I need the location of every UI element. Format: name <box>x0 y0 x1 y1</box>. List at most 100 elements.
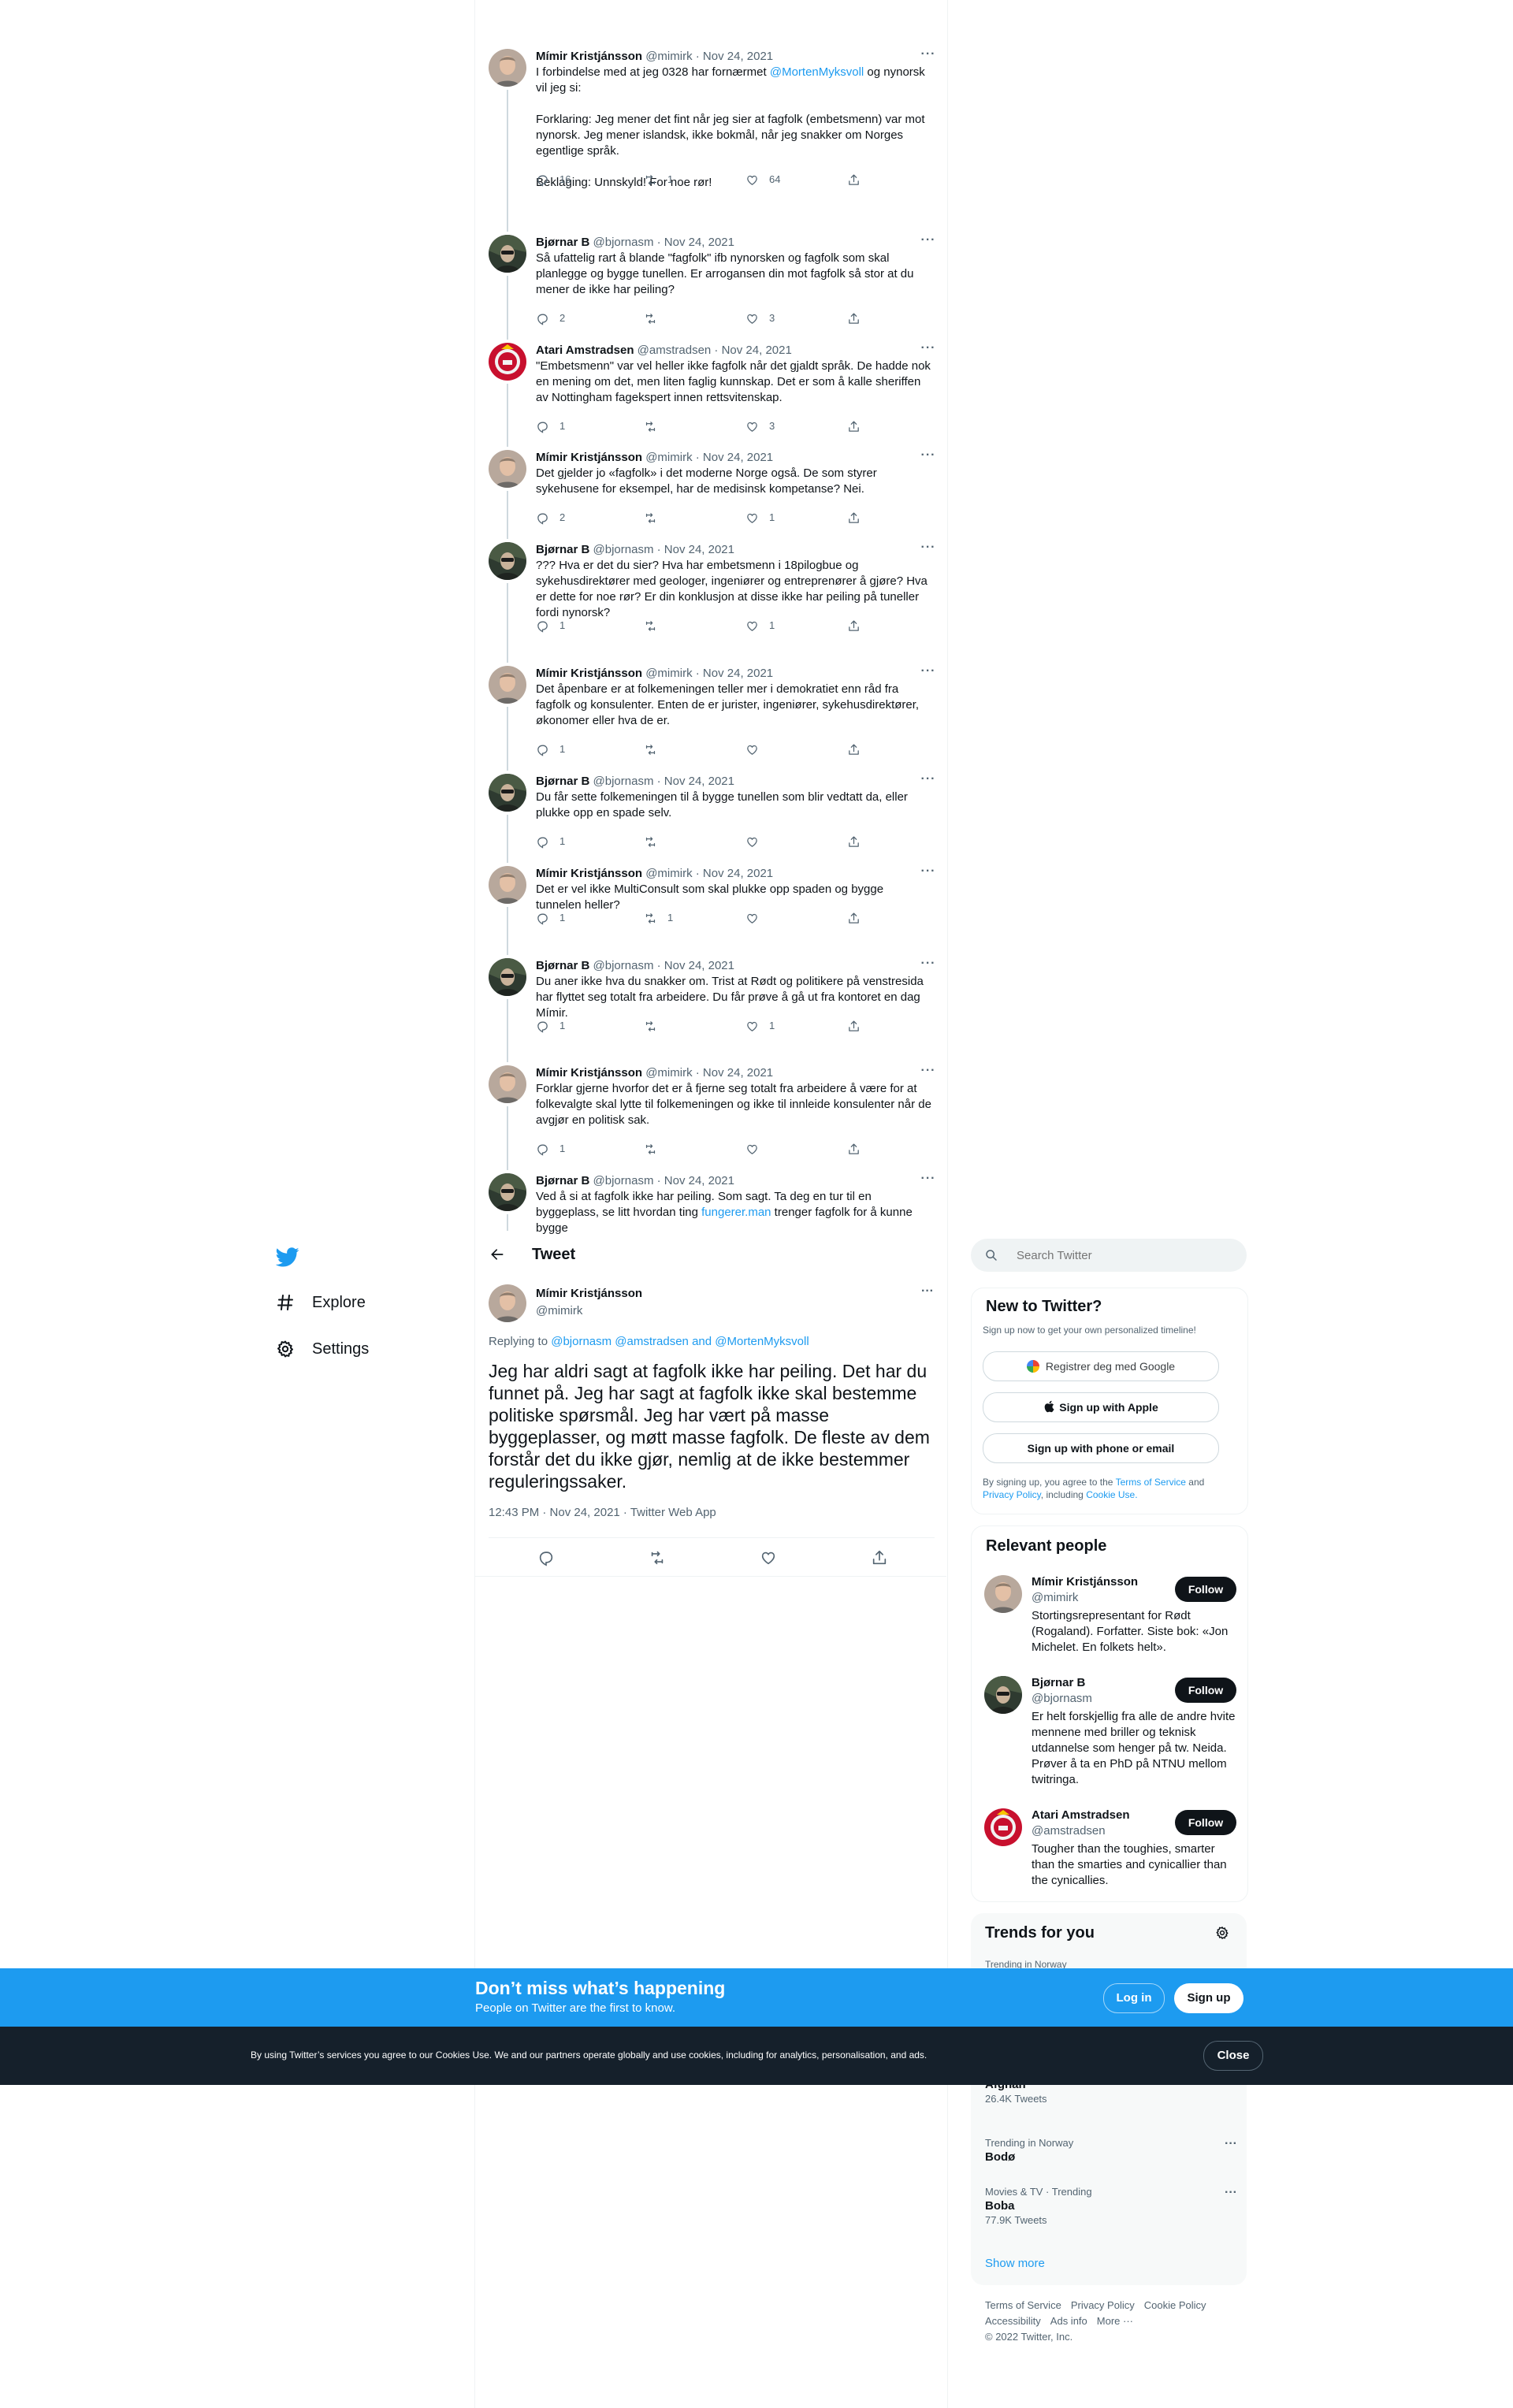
thread-tweet[interactable]: Mímir Kristjánsson @mimirk · Nov 24, 202… <box>489 47 938 235</box>
avatar[interactable] <box>984 1575 1022 1613</box>
avatar[interactable] <box>984 1676 1022 1714</box>
follow-button[interactable]: Follow <box>1175 1810 1236 1835</box>
author-name[interactable]: Mímir Kristjánsson <box>536 451 642 464</box>
more-options-icon[interactable]: ··· <box>919 664 938 680</box>
footer-link[interactable]: More ··· <box>1097 2315 1133 2327</box>
author-name[interactable]: Bjørnar B <box>536 236 589 249</box>
footer-link[interactable]: Terms of Service <box>985 2299 1061 2311</box>
search-input[interactable] <box>1015 1245 1231 1265</box>
more-options-icon[interactable]: ··· <box>919 341 938 357</box>
privacy-link[interactable]: Privacy Policy <box>983 1489 1041 1500</box>
avatar[interactable] <box>489 343 526 381</box>
trend-item[interactable]: Movies & TV · Trending Boba 77.9K Tweets ··… <box>985 2186 1237 2227</box>
login-button[interactable]: Log in <box>1103 1983 1165 2013</box>
avatar[interactable] <box>489 666 526 704</box>
more-options-icon[interactable]: ··· <box>919 47 938 63</box>
more-options-icon[interactable]: ··· <box>919 772 938 788</box>
google-signup-button[interactable]: Registrer deg med Google <box>983 1351 1219 1381</box>
retweet-count: 1 <box>667 173 674 185</box>
author-name[interactable]: Bjørnar B <box>536 543 589 556</box>
relevant-person[interactable]: Mímir Kristjánsson @mimirk Stortingsrepres… <box>984 1575 1236 1670</box>
avatar[interactable] <box>489 450 526 488</box>
avatar[interactable] <box>489 1065 526 1103</box>
thread-tweet[interactable]: Mímir Kristjánsson @mimirk · Nov 24, 202… <box>489 448 938 542</box>
reply-icon[interactable] <box>537 1549 555 1566</box>
footer-link[interactable]: Ads info <box>1050 2315 1087 2327</box>
person-name[interactable]: Bjørnar B <box>1032 1676 1085 1689</box>
author-name[interactable]: Mímir Kristjánsson <box>536 1066 642 1080</box>
more-options-icon[interactable]: ··· <box>1225 2137 1237 2151</box>
footer-link[interactable]: Privacy Policy <box>1071 2299 1135 2311</box>
trends-settings[interactable] <box>1215 1926 1229 1944</box>
author-name[interactable]: Atari Amstradsen <box>536 344 634 357</box>
avatar[interactable] <box>489 774 526 812</box>
more-options-icon[interactable]: ··· <box>919 1173 938 1187</box>
signup-button[interactable]: Sign up <box>1174 1983 1243 2013</box>
tweet-text: Forklar gjerne hvorfor det er å fjerne s… <box>536 1082 935 1127</box>
avatar[interactable] <box>489 958 526 996</box>
thread-tweet[interactable]: Bjørnar B @bjornasm · Nov 24, 2021 ··· Ved… <box>489 1173 938 1234</box>
back-arrow-icon[interactable] <box>489 1247 508 1265</box>
footer-link[interactable]: Cookie Policy <box>1144 2299 1206 2311</box>
cookie-link[interactable]: Cookie Use. <box>1086 1489 1137 1500</box>
trends-show-more[interactable]: Show more <box>985 2257 1045 2270</box>
follow-button[interactable]: Follow <box>1175 1577 1236 1602</box>
share-icon[interactable] <box>871 1549 888 1566</box>
avatar[interactable] <box>489 542 526 580</box>
like-icon[interactable] <box>760 1549 777 1566</box>
more-options-icon[interactable]: ··· <box>919 233 938 249</box>
avatar[interactable] <box>984 1808 1022 1846</box>
author-handle[interactable]: @mimirk <box>536 1304 582 1317</box>
more-options-icon[interactable]: ··· <box>919 1064 938 1080</box>
more-options-icon[interactable]: ··· <box>919 448 938 464</box>
footer-link[interactable]: Accessibility <box>985 2315 1041 2327</box>
thread-line <box>507 583 508 663</box>
mention-link[interactable]: @MortenMyksvoll <box>770 65 864 79</box>
apple-signup-button[interactable]: Sign up with Apple <box>983 1392 1219 1422</box>
thread-tweet[interactable]: Bjørnar B @bjornasm · Nov 24, 2021 ··· Du … <box>489 772 938 866</box>
avatar[interactable] <box>489 1173 526 1211</box>
retweet-icon[interactable] <box>649 1549 666 1566</box>
thread-tweet[interactable]: Mímir Kristjánsson @mimirk · Nov 24, 202… <box>489 864 938 958</box>
more-options-icon[interactable]: ··· <box>919 541 938 556</box>
more-options-icon[interactable]: ··· <box>919 957 938 972</box>
more-options-icon[interactable]: ··· <box>921 1284 934 1299</box>
inline-link[interactable]: fungerer.man <box>701 1206 771 1219</box>
relevant-person[interactable]: Bjørnar B @bjornasm Er helt forskjellig fr… <box>984 1676 1236 1786</box>
author-name[interactable]: Mímir Kristjánsson <box>536 667 642 680</box>
more-options-icon[interactable]: ··· <box>919 864 938 880</box>
search-box[interactable] <box>971 1239 1247 1272</box>
avatar[interactable] <box>489 49 526 87</box>
thread-tweet[interactable]: Bjørnar B @bjornasm · Nov 24, 2021 ··· Så … <box>489 233 938 343</box>
replying-to-users[interactable]: @bjornasm @amstradsen and @MortenMyksvol… <box>551 1335 809 1348</box>
author-name[interactable]: Bjørnar B <box>536 959 589 972</box>
terms-link[interactable]: Terms of Service <box>1116 1477 1186 1488</box>
avatar[interactable] <box>489 866 526 904</box>
cookie-close-button[interactable]: Close <box>1203 2041 1263 2071</box>
author-name[interactable]: Mímir Kristjánsson <box>536 1287 642 1300</box>
signup-card: New to Twitter? Sign up now to get your … <box>971 1288 1248 1514</box>
twitter-logo-icon[interactable] <box>275 1245 299 1269</box>
person-name[interactable]: Atari Amstradsen <box>1032 1808 1129 1822</box>
person-name[interactable]: Mímir Kristjánsson <box>1032 1575 1138 1589</box>
avatar[interactable] <box>489 235 526 273</box>
trend-item[interactable]: Trending in Norway Bodø ··· <box>985 2137 1237 2165</box>
more-options-icon[interactable]: ··· <box>1225 2186 1237 2200</box>
thread-tweet[interactable]: Bjørnar B @bjornasm · Nov 24, 2021 ···???… <box>489 541 938 666</box>
signup-banner: Don’t miss what’s happening People on Tw… <box>0 1968 1513 2027</box>
retweet-icon <box>645 745 656 755</box>
phone-signup-button[interactable]: Sign up with phone or email <box>983 1433 1219 1463</box>
avatar[interactable] <box>489 1284 526 1322</box>
author-name[interactable]: Mímir Kristjánsson <box>536 50 642 63</box>
thread-tweet[interactable]: Atari Amstradsen @amstradsen · Nov 24, 2… <box>489 341 938 450</box>
tweet-meta[interactable]: 12:43 PM · Nov 24, 2021 · Twitter Web Ap… <box>489 1506 716 1519</box>
author-name[interactable]: Bjørnar B <box>536 1174 589 1187</box>
thread-tweet[interactable]: Mímir Kristjánsson @mimirk · Nov 24, 202… <box>489 1064 938 1173</box>
relevant-person[interactable]: Atari Amstradsen @amstradsen Tougher than … <box>984 1808 1236 1903</box>
author-name[interactable]: Mímir Kristjánsson <box>536 867 642 880</box>
retweet-icon <box>645 837 656 847</box>
thread-tweet[interactable]: Bjørnar B @bjornasm · Nov 24, 2021 ··· Du … <box>489 957 938 1065</box>
thread-tweet[interactable]: Mímir Kristjánsson @mimirk · Nov 24, 202… <box>489 664 938 774</box>
follow-button[interactable]: Follow <box>1175 1678 1236 1703</box>
author-name[interactable]: Bjørnar B <box>536 775 589 788</box>
